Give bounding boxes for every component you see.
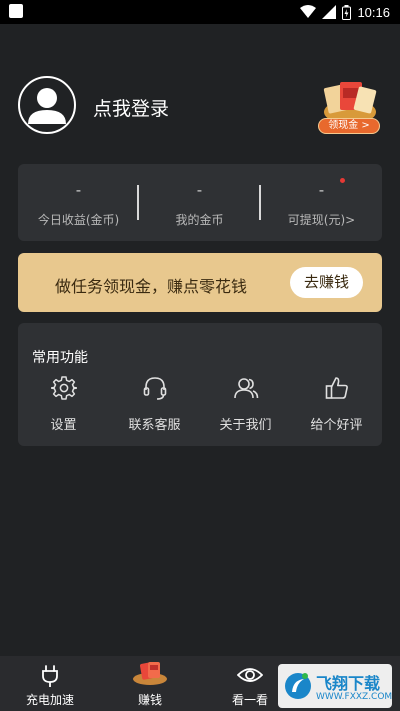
nav-charge-boost[interactable]: 充电加速: [0, 656, 100, 711]
eye-icon: [237, 668, 263, 682]
task-banner-text: 做任务领现金，赚点零花钱: [55, 277, 248, 296]
watermark-url: WWW.FXXZ.COM: [316, 692, 393, 702]
status-icons: 10:16: [300, 3, 390, 21]
customer-service-label: 联系客服: [128, 418, 181, 433]
signal-icon: [322, 5, 337, 19]
about-us-item[interactable]: 关于我们: [200, 375, 291, 435]
stat-today-earnings[interactable]: - 今日收益(金币): [18, 164, 139, 241]
about-us-label: 关于我们: [219, 418, 272, 433]
gear-icon: [50, 376, 77, 400]
status-time: 10:16: [357, 4, 390, 20]
stat-label: 今日收益(金币): [37, 213, 120, 227]
watermark-logo-icon: [285, 673, 311, 699]
cash-reward-badge[interactable]: 领现金 >: [312, 78, 382, 136]
stats-card: - 今日收益(金币) - 我的金币 - 可提现(元)>: [18, 164, 382, 241]
app-notification-icon: [9, 4, 23, 18]
settings-label: 设置: [50, 418, 77, 433]
go-earn-button[interactable]: 去赚钱: [290, 267, 363, 298]
wifi-icon: [300, 5, 317, 18]
rate-us-label: 给个好评: [310, 418, 363, 433]
stat-my-coins[interactable]: - 我的金币: [139, 164, 260, 241]
stat-label: 可提现(元)>: [287, 213, 356, 227]
users-icon: [233, 378, 258, 399]
common-functions-card: 常用功能 设置 联系客服 关于我们 给个好评: [18, 323, 382, 446]
nav-label: 充电加速: [25, 693, 74, 707]
task-banner[interactable]: 做任务领现金，赚点零花钱 去赚钱: [18, 253, 382, 312]
red-packet-icon: [133, 662, 167, 685]
settings-item[interactable]: 设置: [18, 375, 109, 435]
stat-value: -: [318, 181, 325, 199]
watermark-text: 飞翔下载: [316, 674, 381, 693]
stat-withdrawable[interactable]: - 可提现(元)>: [261, 164, 382, 241]
status-bar: 10:16: [0, 0, 400, 24]
user-icon: [28, 88, 66, 124]
login-link[interactable]: 点我登录: [93, 94, 169, 121]
stat-value: -: [75, 181, 82, 199]
stat-value: -: [196, 181, 203, 199]
thumbs-up-icon: [325, 377, 348, 399]
battery-icon: [342, 4, 352, 20]
nav-label: 赚钱: [137, 693, 162, 707]
section-title: 常用功能: [32, 350, 88, 366]
headset-icon: [143, 377, 166, 400]
nav-earn[interactable]: 赚钱: [100, 656, 200, 711]
rate-us-item[interactable]: 给个好评: [291, 375, 382, 435]
avatar[interactable]: [18, 76, 76, 134]
stat-label: 我的金币: [175, 213, 224, 227]
plug-icon: [42, 665, 58, 687]
customer-service-item[interactable]: 联系客服: [109, 375, 200, 435]
cash-reward-label: 领现金 >: [318, 118, 380, 134]
watermark: 飞翔下载 WWW.FXXZ.COM: [278, 664, 392, 708]
